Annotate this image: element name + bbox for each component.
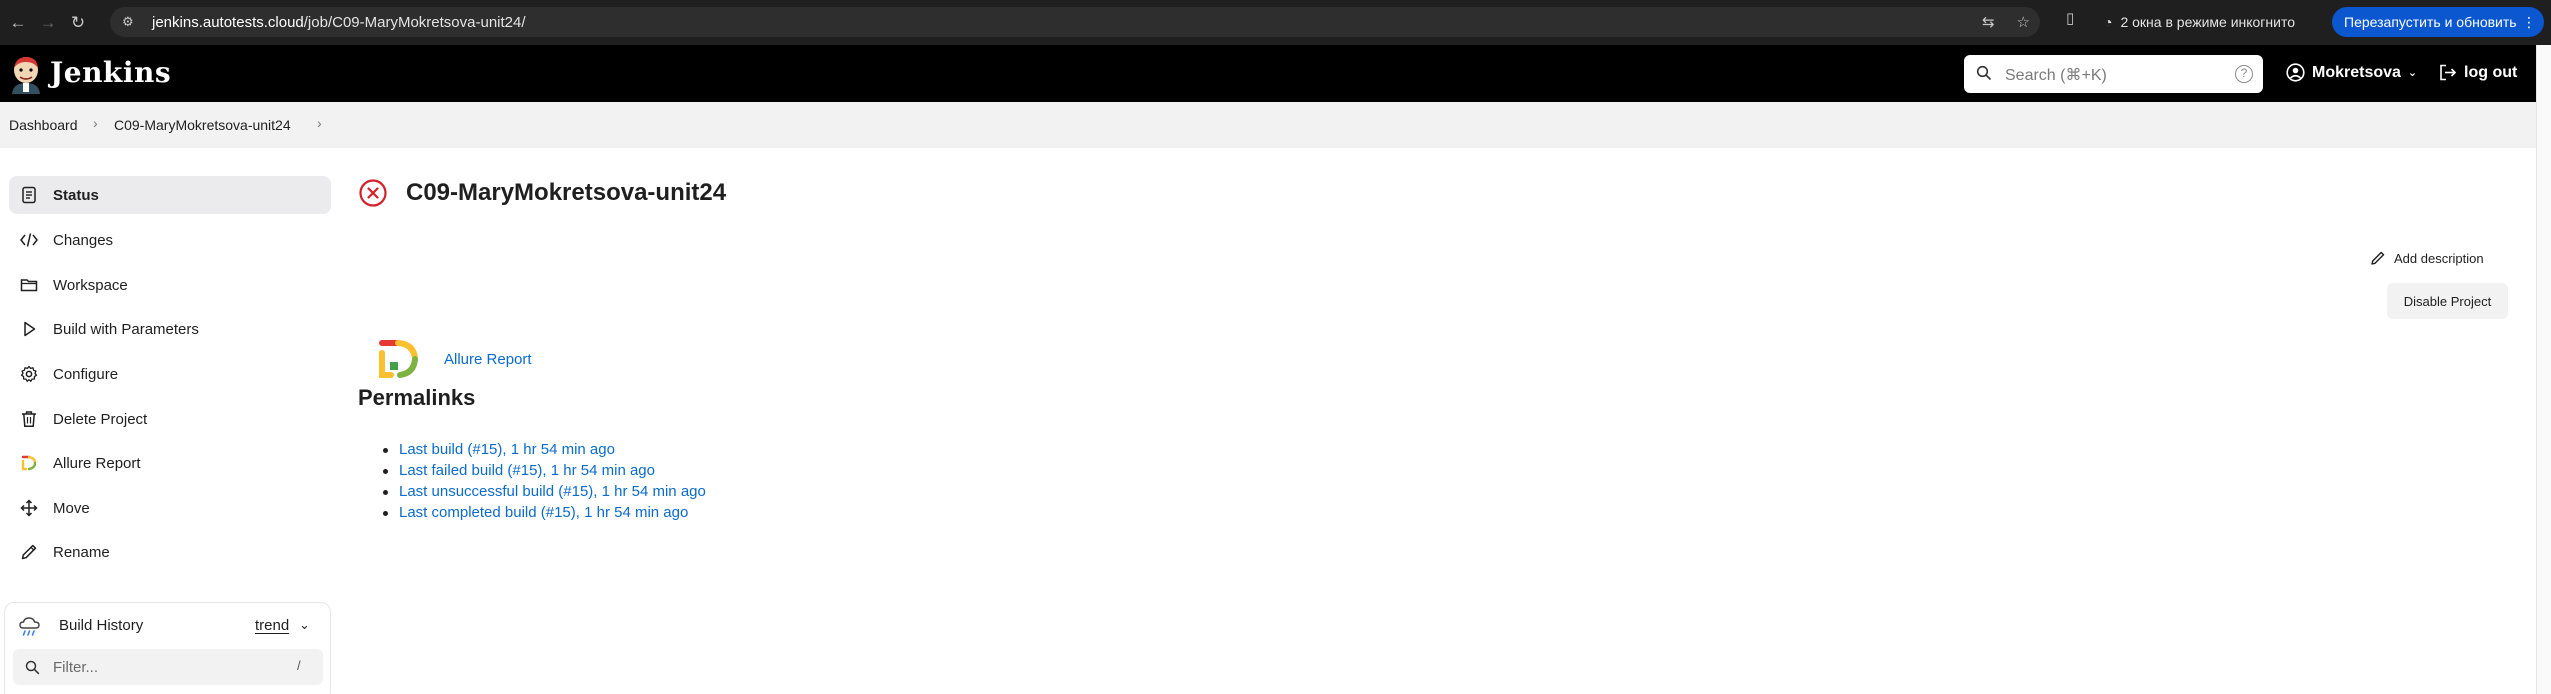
- logout-link[interactable]: log out: [2438, 63, 2517, 82]
- jenkins-header: Jenkins Search (⌘+K) ? Mokretsova ⌄ log …: [0, 45, 2536, 102]
- forward-icon[interactable]: →: [36, 11, 60, 35]
- jenkins-logo-text[interactable]: Jenkins: [50, 56, 171, 89]
- folder-icon: [20, 279, 38, 292]
- chevron-down-icon[interactable]: ⌄: [299, 617, 310, 633]
- browser-toolbar: ← → ↻ ⚙ jenkins.autotests.cloud/job/C09-…: [0, 0, 2551, 45]
- search-input[interactable]: Search (⌘+K): [2005, 65, 2107, 85]
- incognito-indicator[interactable]: ◔ 2 окна в режиме инкогнито: [2104, 9, 2295, 35]
- sidebar-item-configure[interactable]: Configure: [9, 355, 331, 393]
- build-history-weather-icon: [19, 617, 40, 636]
- disable-project-button[interactable]: Disable Project: [2387, 283, 2508, 319]
- breadcrumb-job[interactable]: C09-MaryMokretsova-unit24: [114, 117, 291, 133]
- user-icon: [2286, 63, 2305, 82]
- status-icon: [22, 186, 36, 204]
- bookmark-star-icon[interactable]: ☆: [2017, 13, 2030, 31]
- page-title: C09-MaryMokretsova-unit24: [406, 179, 727, 206]
- logout-icon: [2440, 64, 2457, 81]
- allure-icon: [21, 455, 37, 471]
- reload-icon[interactable]: ↻: [66, 11, 90, 35]
- move-icon: [20, 499, 38, 517]
- allure-report-logo[interactable]: [376, 338, 422, 380]
- build-history-title: Build History: [59, 617, 144, 634]
- url-text: jenkins.autotests.cloud/job/C09-MaryMokr…: [152, 13, 526, 31]
- sidebar-item-status[interactable]: Status: [9, 176, 331, 214]
- user-menu[interactable]: Mokretsova ⌄: [2286, 63, 2417, 82]
- permalink-last-failed-build[interactable]: Last failed build (#15), 1 hr 54 min ago: [378, 462, 706, 483]
- permalinks-list: Last build (#15), 1 hr 54 min ago Last f…: [378, 441, 706, 525]
- build-history-panel: Build History trend ⌄ Filter... /: [4, 602, 331, 694]
- trash-icon: [22, 411, 36, 428]
- sidebar-item-build-with-parameters[interactable]: Build with Parameters: [9, 310, 331, 348]
- pencil-icon: [21, 544, 37, 560]
- restart-update-button[interactable]: Перезапустить и обновить ⋮: [2332, 7, 2544, 37]
- sidebar-item-rename[interactable]: Rename: [9, 533, 331, 571]
- incognito-icon: ◔: [2104, 14, 2113, 30]
- permalinks-heading: Permalinks: [358, 385, 476, 410]
- user-name: Mokretsova: [2312, 63, 2401, 81]
- search-icon: [1976, 65, 1992, 81]
- sidebar-item-workspace[interactable]: Workspace: [9, 266, 331, 304]
- sidebar-item-delete-project[interactable]: Delete Project: [9, 400, 331, 438]
- failed-status-icon: [359, 179, 387, 207]
- chevron-right-icon[interactable]: ›: [317, 115, 322, 131]
- search-box[interactable]: Search (⌘+K) ?: [1964, 55, 2263, 93]
- permalink-last-unsuccessful-build[interactable]: Last unsuccessful build (#15), 1 hr 54 m…: [378, 483, 706, 504]
- chevron-right-icon: ›: [93, 115, 98, 131]
- trend-link[interactable]: trend: [255, 617, 289, 634]
- jenkins-logo-icon[interactable]: [8, 54, 44, 94]
- play-icon: [24, 321, 36, 337]
- address-bar[interactable]: ⚙ jenkins.autotests.cloud/job/C09-MaryMo…: [110, 7, 2040, 37]
- sidebar-item-move[interactable]: Move: [9, 489, 331, 527]
- permalink-last-build[interactable]: Last build (#15), 1 hr 54 min ago: [378, 441, 706, 462]
- sidebar-item-allure-report[interactable]: Allure Report: [9, 444, 331, 482]
- code-icon: [20, 233, 38, 247]
- page-scrollbar[interactable]: [2536, 45, 2551, 694]
- browser-menu-icon[interactable]: ⋮: [2522, 14, 2536, 31]
- side-panel-icon[interactable]: ▯: [2066, 9, 2074, 27]
- add-description-button[interactable]: Add description: [2370, 250, 2484, 266]
- back-icon[interactable]: ←: [6, 11, 30, 35]
- breadcrumb-dashboard[interactable]: Dashboard: [9, 117, 78, 133]
- sidebar-item-changes[interactable]: Changes: [9, 221, 331, 259]
- site-info-icon[interactable]: ⚙: [122, 14, 138, 30]
- chevron-down-icon: ⌄: [2407, 67, 2418, 79]
- build-filter-input[interactable]: Filter... /: [13, 649, 323, 685]
- pencil-icon: [2371, 251, 2385, 265]
- search-icon: [25, 660, 40, 675]
- gear-icon: [20, 365, 38, 382]
- keyboard-shortcut-badge: /: [297, 658, 301, 673]
- permalink-last-completed-build[interactable]: Last completed build (#15), 1 hr 54 min …: [378, 504, 706, 525]
- allure-report-link[interactable]: Allure Report: [444, 351, 532, 368]
- breadcrumb: Dashboard › C09-MaryMokretsova-unit24 ›: [0, 102, 2536, 148]
- translate-icon[interactable]: ⇆: [1982, 13, 1995, 31]
- help-icon[interactable]: ?: [2235, 65, 2253, 83]
